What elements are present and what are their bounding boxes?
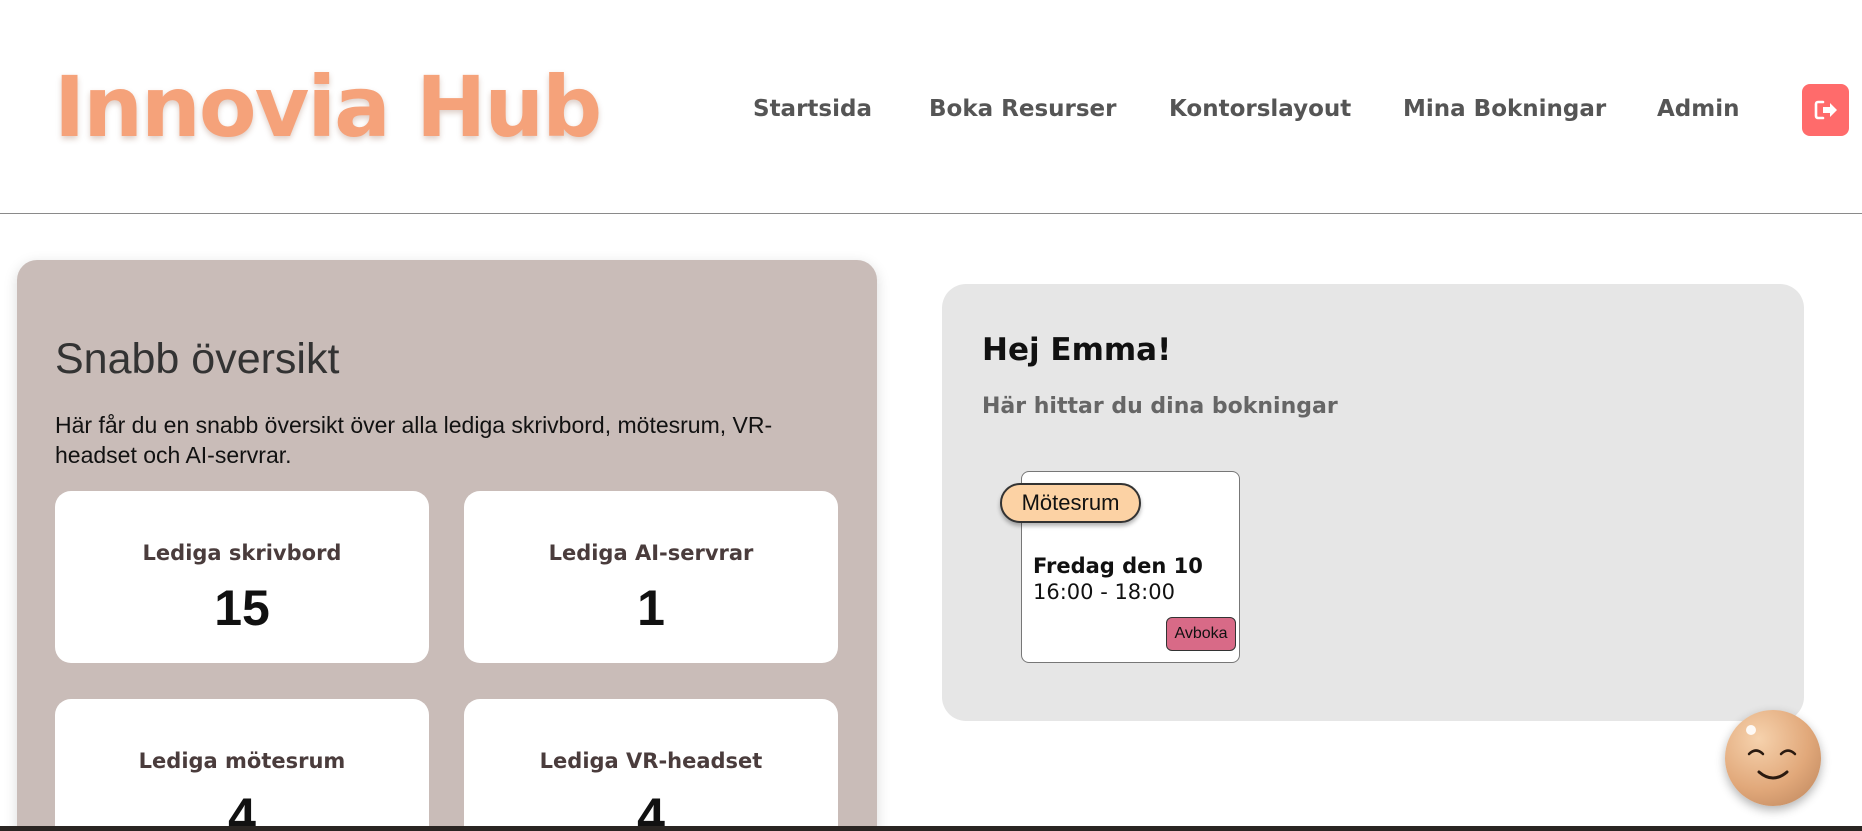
greeting: Hej Emma!: [982, 332, 1172, 368]
stat-label: Lediga skrivbord: [142, 541, 342, 565]
overview-title: Snabb översikt: [55, 335, 340, 383]
stat-card-ai-servers[interactable]: Lediga AI-servrar 1: [464, 491, 838, 663]
page: Innovia Hub Startsida Boka Resurser Kont…: [0, 0, 1862, 831]
stat-value: 4: [637, 788, 665, 831]
stat-card-meeting-rooms[interactable]: Lediga mötesrum 4: [55, 699, 429, 831]
overview-description: Här får du en snabb översikt över alla l…: [55, 412, 773, 468]
nav-item-startsida[interactable]: Startsida: [753, 96, 872, 122]
assistant-avatar-button[interactable]: [1725, 710, 1821, 806]
stat-label: Lediga AI-servrar: [548, 541, 754, 565]
nav-item-mina-bokningar[interactable]: Mina Bokningar: [1403, 96, 1606, 122]
stat-label: Lediga VR-headset: [539, 749, 763, 773]
my-bookings-panel: Hej Emma! Här hittar du dina bokningar M…: [942, 284, 1804, 721]
top-header: Innovia Hub Startsida Boka Resurser Kont…: [0, 0, 1862, 214]
stat-card-desks[interactable]: Lediga skrivbord 15: [55, 491, 429, 663]
stat-value: 15: [214, 580, 270, 636]
logout-button[interactable]: [1802, 84, 1849, 136]
smiley-face-icon: [1746, 725, 1797, 780]
stat-label: Lediga mötesrum: [138, 749, 346, 773]
nav-item-admin[interactable]: Admin: [1657, 96, 1740, 122]
booking-card[interactable]: Mötesrum Fredag den 10 16:00 - 18:00 Avb…: [1000, 471, 1240, 663]
nav-item-kontorslayout[interactable]: Kontorslayout: [1169, 96, 1351, 122]
nav-item-boka-resurser[interactable]: Boka Resurser: [929, 96, 1117, 122]
bottom-bar: [0, 826, 1862, 831]
booking-time: 16:00 - 18:00: [1033, 580, 1175, 604]
logo[interactable]: Innovia Hub: [54, 58, 602, 156]
stat-value: 4: [228, 788, 256, 831]
stat-card-vr-headsets[interactable]: Lediga VR-headset 4: [464, 699, 838, 831]
booking-day: Fredag den 10: [1033, 554, 1203, 578]
cancel-booking-button[interactable]: Avboka: [1166, 617, 1236, 651]
quick-overview-panel: Snabb översikt Här får du en snabb övers…: [17, 260, 877, 831]
bookings-subtitle: Här hittar du dina bokningar: [982, 394, 1338, 419]
logout-icon: [1814, 100, 1837, 120]
resource-type-badge: Mötesrum: [1000, 483, 1141, 523]
stat-value: 1: [637, 580, 665, 636]
